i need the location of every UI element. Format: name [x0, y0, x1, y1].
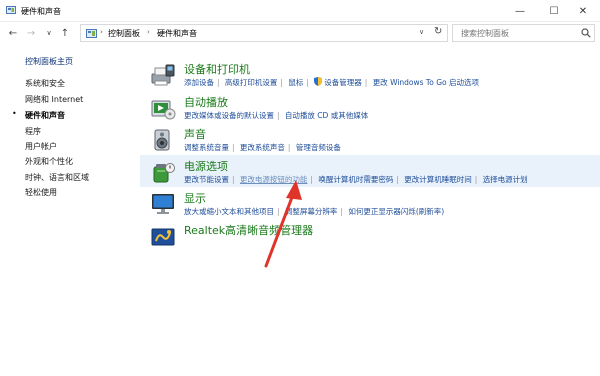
link-separator: |	[474, 175, 478, 184]
sidebar-item-system-security[interactable]: 系统和安全	[25, 78, 65, 89]
category-links: 放大或缩小文本和其他项目 | 调整屏幕分辨率 | 如何更正显示器闪烁(刷新率)	[184, 206, 444, 217]
control-panel-icon	[6, 6, 16, 14]
forward-arrow-icon[interactable]: →	[24, 26, 38, 40]
category-title-display[interactable]: 显示	[184, 190, 206, 206]
link-separator: |	[287, 143, 291, 152]
search-input[interactable]	[453, 25, 577, 41]
realtek-audio-icon	[151, 228, 175, 246]
sidebar-item-user-accounts[interactable]: 用户帐户	[25, 141, 57, 152]
sidebar-item-ease-of-access[interactable]: 轻松使用	[25, 187, 57, 198]
power-options-icon	[153, 163, 175, 183]
sidebar-item-hardware-sound[interactable]: 硬件和声音	[25, 110, 65, 121]
category-power-options: 电源选项 更改节能设置 | 更改电源按钮的功能 | 唤醒计算机时需要密码 | 更改计算…	[140, 155, 600, 187]
uac-shield-icon	[314, 77, 323, 86]
link-change-sleep-time[interactable]: 更改计算机睡眠时间	[404, 175, 472, 184]
category-realtek-audio: Realtek高清晰音频管理器	[140, 219, 600, 251]
link-separator: |	[364, 78, 368, 87]
sidebar-item-network-internet[interactable]: 网络和 Internet	[25, 94, 83, 105]
link-autoplay-cd[interactable]: 自动播放 CD 或其他媒体	[285, 111, 368, 120]
sidebar-item-appearance[interactable]: 外观和个性化	[25, 156, 73, 167]
control-panel-icon	[86, 29, 97, 38]
link-manage-audio-devices[interactable]: 管理音频设备	[296, 143, 341, 152]
category-sound: 声音 调整系统音量 | 更改系统声音 | 管理音频设备	[140, 123, 600, 155]
link-separator: |	[232, 175, 235, 184]
search-box[interactable]	[452, 24, 595, 42]
refresh-icon[interactable]: ↻	[434, 26, 442, 37]
link-require-password-wake[interactable]: 唤醒计算机时需要密码	[318, 175, 393, 184]
category-devices-printers: 设备和打印机 添加设备 | 高级打印机设置 | 鼠标 | 设备管理器 | 更改 Wind…	[140, 58, 600, 90]
link-separator: |	[310, 175, 313, 184]
sidebar-item-clock-language-region[interactable]: 时钟、语言和区域	[25, 172, 89, 183]
link-media-default-settings[interactable]: 更改媒体或设备的默认设置	[184, 111, 274, 120]
category-links: 更改媒体或设备的默认设置 | 自动播放 CD 或其他媒体	[184, 110, 368, 121]
category-title-devices-printers[interactable]: 设备和打印机	[184, 61, 250, 77]
autoplay-icon	[151, 100, 176, 120]
minimize-button[interactable]: —	[503, 0, 537, 22]
navigation-bar: ← → ∨ ↑ › 控制面板 › 硬件和声音 ∨ ↻	[0, 22, 600, 44]
link-change-system-sounds[interactable]: 更改系统声音	[240, 143, 285, 152]
back-arrow-icon[interactable]: ←	[6, 26, 20, 40]
link-separator: |	[280, 78, 283, 87]
breadcrumb-separator[interactable]: ›	[147, 28, 150, 36]
category-autoplay: 自动播放 更改媒体或设备的默认设置 | 自动播放 CD 或其他媒体	[140, 91, 600, 123]
breadcrumb-control-panel[interactable]: 控制面板	[108, 28, 140, 39]
annotation-arrow-icon	[264, 180, 302, 268]
link-change-power-saving[interactable]: 更改节能设置	[184, 175, 229, 184]
window-title: 硬件和声音	[21, 7, 61, 16]
main-content: 设备和打印机 添加设备 | 高级打印机设置 | 鼠标 | 设备管理器 | 更改 Wind…	[140, 44, 600, 376]
up-arrow-icon[interactable]: ↑	[58, 26, 72, 40]
link-mouse[interactable]: 鼠标	[288, 78, 303, 87]
link-advanced-printer-setup[interactable]: 高级打印机设置	[225, 78, 278, 87]
category-links: 更改节能设置 | 更改电源按钮的功能 | 唤醒计算机时需要密码 | 更改计算机睡眠时间…	[184, 174, 528, 185]
sidebar: 控制面板主页 系统和安全 网络和 Internet • 硬件和声音 程序 用户帐…	[0, 44, 130, 376]
title-bar: 硬件和声音 — ☐ ✕	[0, 0, 600, 22]
close-button[interactable]: ✕	[566, 0, 600, 22]
category-title-power-options[interactable]: 电源选项	[184, 158, 228, 174]
address-bar[interactable]: › 控制面板 › 硬件和声音 ∨ ↻	[80, 24, 448, 42]
category-links: 调整系统音量 | 更改系统声音 | 管理音频设备	[184, 142, 341, 153]
address-dropdown-chevron-icon[interactable]: ∨	[419, 28, 424, 36]
current-item-bullet-icon: •	[12, 109, 17, 118]
link-refresh-rate-help[interactable]: 如何更正显示器闪烁(刷新率)	[348, 207, 444, 216]
category-title-sound[interactable]: 声音	[184, 126, 206, 142]
speaker-icon	[154, 129, 170, 151]
breadcrumb-separator: ›	[100, 28, 103, 36]
category-display: 显示 放大或缩小文本和其他项目 | 调整屏幕分辨率 | 如何更正显示器闪烁(刷新率)	[140, 187, 600, 219]
link-separator: |	[396, 175, 399, 184]
link-add-device[interactable]: 添加设备	[184, 78, 214, 87]
link-device-manager[interactable]: 设备管理器	[324, 78, 362, 87]
sidebar-item-programs[interactable]: 程序	[25, 126, 41, 137]
recent-locations-chevron-icon[interactable]: ∨	[42, 26, 56, 40]
category-title-autoplay[interactable]: 自动播放	[184, 94, 228, 110]
search-icon[interactable]	[581, 28, 591, 38]
monitor-icon	[152, 194, 174, 214]
link-separator: |	[232, 143, 235, 152]
link-adjust-volume[interactable]: 调整系统音量	[184, 143, 229, 152]
link-separator: |	[306, 78, 309, 87]
link-separator: |	[217, 78, 220, 87]
printer-icon	[151, 64, 175, 86]
link-choose-power-plan[interactable]: 选择电源计划	[483, 175, 528, 184]
breadcrumb-hardware-sound[interactable]: 硬件和声音	[157, 28, 197, 39]
link-separator: |	[277, 111, 280, 120]
link-separator: |	[340, 207, 343, 216]
category-links: 添加设备 | 高级打印机设置 | 鼠标 | 设备管理器 | 更改 Windows To …	[184, 77, 479, 88]
link-windows-to-go[interactable]: 更改 Windows To Go 启动选项	[373, 78, 479, 87]
sidebar-home-link[interactable]: 控制面板主页	[25, 56, 73, 67]
